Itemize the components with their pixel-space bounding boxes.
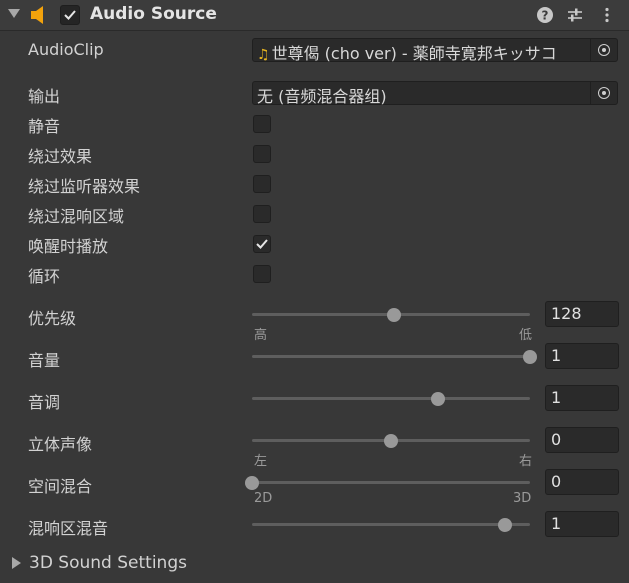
volume-label: 音量 — [28, 351, 61, 370]
pitch-slider-track[interactable] — [252, 391, 530, 406]
audio-clip-field[interactable]: ♫ 世尊偈 (cho ver) - 薬師寺寛邦キッサコ — [252, 38, 618, 63]
bypass-listener-effects-label: 绕过监听器效果 — [28, 177, 141, 196]
priority-min-label: 高 — [254, 328, 268, 343]
component-title: Audio Source — [90, 4, 217, 24]
priority-max-label: 低 — [519, 328, 533, 343]
help-icon[interactable]: ? — [536, 6, 554, 24]
audio-clip-label: AudioClip — [28, 40, 104, 59]
mute-checkbox[interactable] — [253, 115, 271, 133]
stereo-pan-value: 0 — [551, 430, 562, 449]
priority-value: 128 — [551, 304, 582, 323]
output-picker-button[interactable] — [590, 82, 617, 104]
spatial-blend-input[interactable]: 0 — [545, 469, 619, 495]
bypass-effects-label: 绕过效果 — [28, 147, 93, 166]
stereo-pan-max-label: 右 — [519, 454, 533, 469]
foldout-arrow-icon[interactable] — [8, 9, 20, 18]
priority-label: 优先级 — [28, 309, 77, 328]
output-label: 输出 — [28, 87, 61, 106]
preset-settings-icon[interactable] — [566, 6, 584, 24]
more-options-icon[interactable] — [598, 6, 616, 24]
audio-source-speaker-icon — [31, 6, 43, 24]
spatial-blend-max-label: 3D — [513, 491, 532, 506]
volume-slider-track[interactable] — [252, 349, 537, 364]
music-note-icon: ♫ — [257, 47, 270, 63]
bypass-reverb-zones-checkbox[interactable] — [253, 205, 271, 223]
audio-clip-value: 世尊偈 (cho ver) - 薬師寺寛邦キッサコ — [271, 44, 557, 63]
reverb-zone-mix-value: 1 — [551, 514, 562, 533]
svg-text:?: ? — [542, 9, 549, 23]
3d-sound-settings-foldout[interactable]: 3D Sound Settings — [29, 553, 187, 573]
pitch-input[interactable]: 1 — [545, 385, 619, 411]
loop-label: 循环 — [28, 267, 61, 286]
spatial-blend-value: 0 — [551, 472, 562, 491]
spatial-blend-label: 空间混合 — [28, 477, 93, 496]
foldout-arrow-icon[interactable] — [12, 557, 21, 569]
priority-slider-track[interactable] — [252, 307, 530, 322]
stereo-pan-label: 立体声像 — [28, 435, 93, 454]
mute-label: 静音 — [28, 117, 61, 136]
audio-clip-picker-button[interactable] — [590, 39, 617, 61]
output-field[interactable]: 无 (音频混合器组) — [252, 81, 618, 106]
checkmark-icon — [256, 239, 268, 249]
bypass-reverb-zones-label: 绕过混响区域 — [28, 207, 125, 226]
play-on-awake-label: 唤醒时播放 — [28, 237, 109, 256]
play-on-awake-checkbox[interactable] — [253, 235, 271, 253]
volume-value: 1 — [551, 346, 562, 365]
pitch-value: 1 — [551, 388, 562, 407]
component-enabled-checkbox[interactable] — [60, 5, 80, 25]
bypass-effects-checkbox[interactable] — [253, 145, 271, 163]
reverb-zone-mix-slider-thumb[interactable] — [497, 517, 512, 532]
stereo-pan-slider-track[interactable] — [252, 433, 530, 448]
stereo-pan-slider-thumb[interactable] — [384, 433, 398, 448]
priority-slider-thumb[interactable] — [386, 307, 401, 322]
spatial-blend-min-label: 2D — [254, 491, 273, 506]
stereo-pan-input[interactable]: 0 — [545, 427, 619, 453]
spatial-blend-slider-thumb[interactable] — [245, 475, 259, 490]
reverb-zone-mix-input[interactable]: 1 — [545, 511, 619, 537]
pitch-slider-thumb[interactable] — [431, 391, 446, 406]
priority-input[interactable]: 128 — [545, 301, 619, 327]
reverb-zone-mix-slider-track[interactable] — [252, 517, 530, 532]
volume-input[interactable]: 1 — [545, 343, 619, 369]
checkmark-icon — [64, 10, 76, 20]
stereo-pan-min-label: 左 — [254, 454, 268, 469]
reverb-zone-mix-label: 混响区混音 — [28, 519, 109, 538]
spatial-blend-slider-track[interactable] — [245, 475, 530, 490]
volume-slider-thumb[interactable] — [523, 349, 537, 364]
pitch-label: 音调 — [28, 393, 61, 412]
loop-checkbox[interactable] — [253, 265, 271, 283]
component-header: Audio Source ? — [0, 0, 629, 31]
output-value: 无 (音频混合器组) — [257, 87, 387, 106]
bypass-listener-effects-checkbox[interactable] — [253, 175, 271, 193]
